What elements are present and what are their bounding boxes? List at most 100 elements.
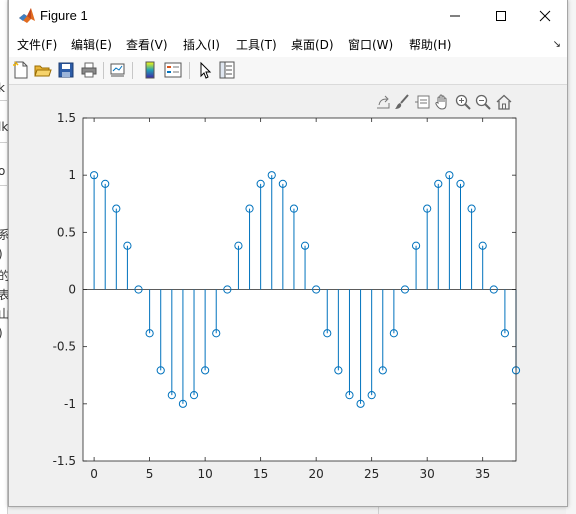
stem-marker bbox=[378, 366, 387, 375]
x-tick-label: 0 bbox=[90, 467, 98, 481]
toolbar-separator bbox=[189, 62, 190, 79]
stem-marker bbox=[345, 391, 354, 400]
stem-point bbox=[400, 285, 410, 294]
y-tick-label: 1.5 bbox=[57, 111, 76, 125]
stem-point bbox=[123, 241, 132, 290]
menu-help[interactable]: 帮助(H) bbox=[409, 36, 451, 53]
stem-point bbox=[223, 285, 232, 294]
save-icon[interactable] bbox=[57, 61, 75, 79]
menu-file[interactable]: 文件(F) bbox=[17, 36, 57, 53]
figure-window: Figure 1 文件(F) 编辑(E) 查看(V) 插入(I) 工具(T) 桌… bbox=[8, 0, 568, 507]
stem-marker bbox=[178, 399, 188, 408]
window-title: Figure 1 bbox=[40, 8, 88, 23]
y-tick-label: 1 bbox=[68, 168, 76, 182]
stem-marker bbox=[500, 329, 509, 338]
zoom-out-icon[interactable] bbox=[475, 94, 491, 110]
toolbar-separator bbox=[132, 62, 133, 79]
menu-tools[interactable]: 工具(T) bbox=[236, 36, 277, 53]
stem-point bbox=[378, 289, 387, 375]
background-text: o bbox=[0, 164, 6, 178]
minimize-button[interactable] bbox=[432, 0, 478, 31]
stem-marker bbox=[134, 285, 143, 294]
stem-marker bbox=[489, 285, 498, 294]
stem-point bbox=[134, 285, 143, 294]
stem-point bbox=[511, 289, 521, 375]
new-figure-icon[interactable] bbox=[12, 61, 30, 79]
stem-marker bbox=[411, 241, 421, 250]
y-tick-label: -0.5 bbox=[53, 340, 76, 354]
maximize-icon bbox=[496, 10, 506, 21]
stem-marker bbox=[300, 241, 310, 250]
stem-marker bbox=[189, 391, 199, 400]
y-tick-label: 0 bbox=[68, 283, 76, 297]
property-inspector-icon[interactable] bbox=[218, 61, 236, 79]
stem-marker bbox=[223, 285, 232, 294]
axes-box bbox=[82, 117, 517, 462]
pan-hand-icon[interactable] bbox=[434, 94, 450, 110]
stem-point bbox=[178, 289, 188, 408]
link-plot-icon[interactable] bbox=[109, 61, 127, 79]
data-tips-icon[interactable] bbox=[414, 94, 430, 110]
background-text: k bbox=[0, 81, 5, 95]
x-tick-label: 5 bbox=[146, 467, 154, 481]
stem-marker bbox=[334, 366, 343, 375]
stem-point bbox=[489, 285, 498, 294]
figure-toolbar bbox=[9, 57, 567, 85]
menu-window[interactable]: 窗口(W) bbox=[348, 36, 393, 53]
maximize-button[interactable] bbox=[478, 0, 524, 31]
menu-bar: 文件(F) 编辑(E) 查看(V) 插入(I) 工具(T) 桌面(D) 窗口(W… bbox=[9, 31, 567, 57]
stem-marker bbox=[278, 179, 287, 188]
stem-point bbox=[445, 171, 454, 290]
background-divider bbox=[0, 185, 8, 186]
stem-point bbox=[101, 179, 110, 290]
stem-point bbox=[300, 241, 310, 290]
menu-desktop[interactable]: 桌面(D) bbox=[291, 36, 334, 53]
menu-insert[interactable]: 插入(I) bbox=[183, 36, 220, 53]
stem-point bbox=[278, 179, 287, 290]
stem-marker bbox=[389, 329, 398, 338]
legend-icon[interactable] bbox=[164, 61, 182, 79]
brush-icon[interactable] bbox=[394, 94, 410, 110]
open-file-icon[interactable] bbox=[34, 61, 52, 79]
stem-marker bbox=[467, 204, 476, 213]
stem-point bbox=[389, 289, 398, 338]
stem-marker bbox=[245, 204, 254, 213]
axes-background bbox=[83, 118, 516, 461]
stem-point bbox=[312, 285, 321, 294]
title-bar[interactable]: Figure 1 bbox=[9, 0, 567, 31]
stem-point bbox=[156, 289, 165, 375]
stem-point bbox=[245, 204, 254, 290]
stem-point bbox=[411, 241, 421, 290]
close-button[interactable] bbox=[522, 0, 568, 31]
zoom-in-icon[interactable] bbox=[455, 94, 471, 110]
stem-marker bbox=[456, 179, 465, 188]
menu-edit[interactable]: 编辑(E) bbox=[71, 36, 112, 53]
stem-point bbox=[112, 204, 121, 290]
stem-marker bbox=[167, 391, 176, 400]
export-icon[interactable] bbox=[375, 94, 391, 110]
stem-point bbox=[367, 289, 376, 400]
stem-point bbox=[434, 179, 443, 290]
y-tick-label: 0.5 bbox=[57, 225, 76, 239]
menubar-overflow-icon[interactable]: ↘ bbox=[553, 39, 561, 50]
stem-point bbox=[189, 289, 199, 400]
stem-point bbox=[201, 289, 210, 375]
colorbar-icon[interactable] bbox=[141, 61, 159, 79]
stem-point bbox=[356, 289, 365, 408]
stem-marker bbox=[234, 241, 243, 250]
matlab-logo-icon bbox=[19, 8, 35, 23]
stem-marker bbox=[212, 329, 221, 338]
x-tick-label: 15 bbox=[253, 467, 268, 481]
stem-point bbox=[289, 204, 299, 290]
print-icon[interactable] bbox=[80, 61, 98, 79]
background-divider bbox=[0, 100, 8, 101]
stem-marker bbox=[511, 366, 521, 375]
stem-marker bbox=[423, 204, 432, 213]
home-restore-icon[interactable] bbox=[496, 94, 512, 110]
stem-marker bbox=[90, 171, 99, 180]
stem-point bbox=[234, 241, 243, 290]
x-tick-label: 25 bbox=[364, 467, 379, 481]
edit-plot-arrow-icon[interactable] bbox=[196, 61, 214, 79]
stem-marker bbox=[445, 171, 454, 180]
menu-view[interactable]: 查看(V) bbox=[126, 36, 168, 53]
